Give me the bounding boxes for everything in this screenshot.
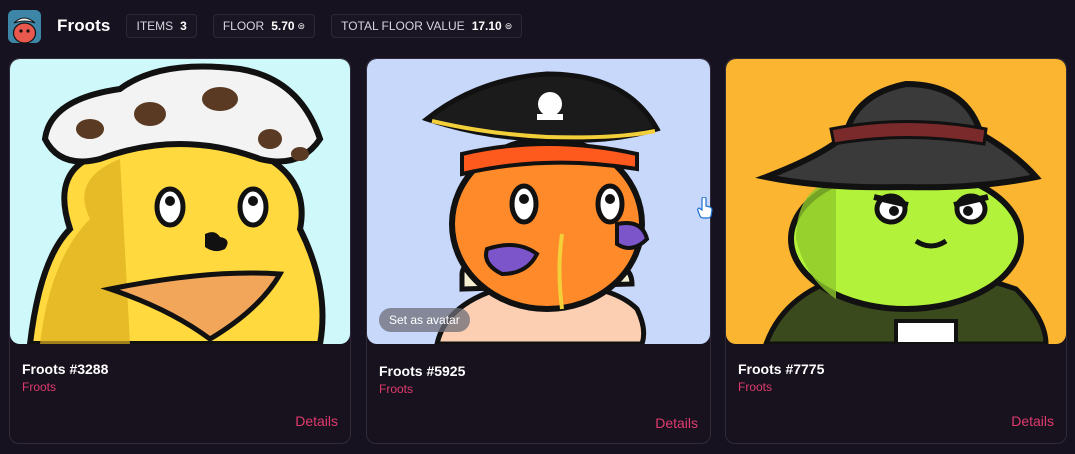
stat-items: ITEMS 3 [126,14,197,38]
stat-total-floor-value: TOTAL FLOOR VALUE 17.10 ⊜ [331,14,523,38]
eth-icon: ⊜ [297,20,306,31]
nft-card[interactable]: Froots #7775 Froots Details [725,58,1067,444]
nft-image[interactable] [10,59,350,344]
nft-title: Froots #3288 [22,361,109,377]
nft-image[interactable] [726,59,1066,344]
nft-card[interactable]: Set as avatar Froots #5925 Froots Detail… [366,58,711,444]
stat-value: 5.70 [271,19,295,33]
collection-avatar[interactable] [8,9,41,43]
collection-name: Froots [57,16,111,35]
stat-value: 17.10 [471,19,502,33]
nft-card[interactable]: Froots #3288 Froots Details [9,58,351,444]
nft-collection-link[interactable]: Froots [738,380,772,394]
details-link[interactable]: Details [1011,413,1054,429]
nft-image[interactable] [367,59,710,344]
details-link[interactable]: Details [295,413,338,429]
nft-collection-link[interactable]: Froots [379,382,413,396]
stat-value: 3 [180,19,187,33]
stat-label: ITEMS [136,19,174,33]
details-link[interactable]: Details [655,415,698,431]
collection-header: Froots ITEMS 3 FLOOR 5.70 ⊜ TOTAL FLOOR … [8,9,538,43]
nft-collection-link[interactable]: Froots [22,380,56,394]
stat-label: FLOOR [222,19,265,33]
hand-cursor-icon [697,196,713,219]
stat-floor: FLOOR 5.70 ⊜ [212,14,316,38]
nft-title: Froots #7775 [738,361,825,377]
stat-label: TOTAL FLOOR VALUE [341,19,465,33]
eth-icon: ⊜ [504,20,513,31]
nft-title: Froots #5925 [379,363,466,379]
set-as-avatar-button[interactable]: Set as avatar [379,308,470,332]
